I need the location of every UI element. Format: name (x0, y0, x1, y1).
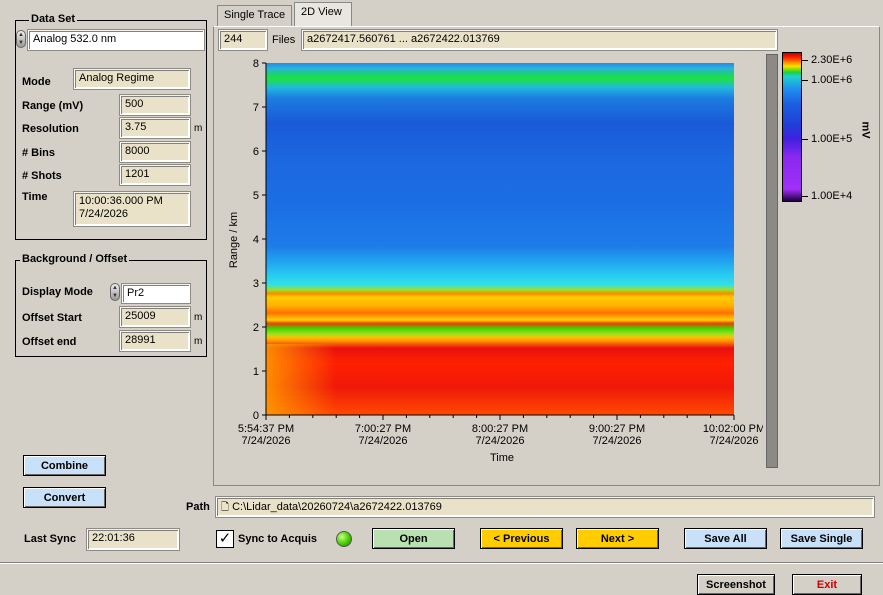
open-button[interactable]: Open (372, 528, 455, 549)
colorbar-tick-0: 2.30E+6 (811, 54, 853, 66)
previous-button[interactable]: < Previous (480, 528, 563, 549)
x-tick-time-label: 7:00:27 PM (355, 423, 411, 435)
colorbar-dash-1 (802, 80, 808, 81)
last-sync-field: 22:01:36 (86, 528, 180, 551)
x-axis-label: Time (490, 452, 515, 464)
heatmap-left-edge (266, 344, 336, 415)
offset-start-unit: m (194, 312, 203, 323)
y-tick-label: 3 (253, 278, 259, 290)
time-label: Time (22, 191, 48, 203)
bottom-divider (0, 562, 883, 563)
colorbar-tick-3: 1.00E+4 (811, 190, 853, 202)
range-field: 500 (119, 94, 191, 116)
tab-single-trace[interactable]: Single Trace (217, 5, 293, 26)
dataset-spinner[interactable]: ▲ ▼ (16, 30, 26, 48)
offset-end-label: Offset end (22, 336, 77, 348)
range-label: Range (mV) (22, 100, 84, 112)
x-tick-date-label: 7/24/2026 (242, 435, 291, 447)
time-line1: 10:00:36.000 PM (79, 195, 163, 207)
bins-field: 8000 (119, 141, 191, 163)
heatmap-chart: 0123456785:54:37 PM7/24/20267:00:27 PM7/… (238, 58, 763, 447)
x-tick-time-label: 9:00:27 PM (589, 423, 645, 435)
y-tick-label: 6 (253, 146, 259, 158)
x-tick-date-label: 7/24/2026 (593, 435, 642, 447)
colorbar (782, 52, 802, 202)
y-tick-label: 8 (253, 58, 259, 70)
files-range: a2672417.560761 ... a2672422.013769 (301, 29, 778, 51)
x-tick-date-label: 7/24/2026 (359, 435, 408, 447)
colorbar-dash-0 (802, 60, 808, 61)
x-tick-time-label: 8:00:27 PM (472, 423, 528, 435)
y-tick-label: 7 (253, 102, 259, 114)
resolution-label: Resolution (22, 123, 79, 135)
x-tick-time-label: 10:02:00 PM (703, 423, 763, 435)
files-count: 244 (218, 29, 268, 51)
colorbar-dash-2 (802, 139, 808, 140)
colorbar-unit-label: mV (859, 121, 872, 139)
convert-button[interactable]: Convert (23, 487, 106, 508)
background-title: Background / Offset (20, 253, 130, 265)
dataset-selector[interactable]: Analog 532.0 nm (27, 29, 205, 51)
heatmap-image (266, 63, 734, 415)
tab-2d-view[interactable]: 2D View (294, 2, 352, 27)
y-tick-label: 4 (253, 234, 259, 246)
save-all-button[interactable]: Save All (684, 528, 767, 549)
shots-label: # Shots (22, 170, 62, 182)
vertical-scrollbar[interactable] (766, 54, 778, 468)
x-tick-time-label: 5:54:37 PM (238, 423, 294, 435)
mode-field: Analog Regime (73, 68, 191, 90)
path-value: C:\Lidar_data\20260724\a2672422.013769 (232, 501, 442, 513)
files-label: Files (272, 34, 296, 46)
screenshot-button[interactable]: Screenshot (697, 574, 775, 595)
last-sync-label: Last Sync (24, 533, 76, 545)
bins-label: # Bins (22, 147, 56, 159)
offset-end-unit: m (194, 336, 203, 347)
save-single-button[interactable]: Save Single (780, 528, 863, 549)
resolution-unit: m (194, 123, 203, 134)
dataset-title: Data Set (29, 13, 78, 25)
colorbar-tick-1: 1.00E+6 (811, 74, 853, 86)
next-button[interactable]: Next > (576, 528, 659, 549)
y-tick-label: 5 (253, 190, 259, 202)
y-tick-label: 1 (253, 366, 259, 378)
time-field: 10:00:36.000 PM 7/24/2026 (73, 191, 191, 227)
display-mode-spinner[interactable]: ▲ ▼ (110, 283, 120, 301)
sync-label: Sync to Acquis (238, 533, 318, 545)
exit-button[interactable]: Exit (792, 574, 862, 595)
resolution-field: 3.75 (119, 117, 191, 139)
mode-label: Mode (22, 76, 51, 88)
colorbar-dash-3 (802, 196, 808, 197)
x-tick-date-label: 7/24/2026 (476, 435, 525, 447)
chart-area: 0 1 2 3 4 5 6 7 8 5:54:37 PM 7/24/2026 7:00:27 PM 7/… (218, 54, 763, 465)
shots-field: 1201 (119, 164, 191, 186)
combine-button[interactable]: Combine (23, 455, 106, 476)
offset-end-field: 28991 (119, 330, 191, 352)
sync-indicator-led (336, 531, 352, 547)
display-mode-label: Display Mode (22, 286, 93, 298)
path-browse-icon[interactable]: 🗋 (221, 502, 229, 513)
display-mode-field[interactable]: Pr2 (121, 283, 191, 304)
time-line2: 7/24/2026 (79, 208, 128, 220)
path-field[interactable]: 🗋 C:\Lidar_data\20260724\a2672422.013769 (215, 496, 875, 518)
offset-start-field: 25009 (119, 306, 191, 328)
y-tick-label: 0 (253, 410, 259, 422)
path-label: Path (186, 501, 210, 513)
x-tick-date-label: 7/24/2026 (710, 435, 759, 447)
colorbar-tick-2: 1.00E+5 (811, 133, 853, 145)
y-axis-label: Range / km (228, 211, 240, 269)
sync-checkbox[interactable]: ✓ (216, 530, 234, 548)
offset-start-label: Offset Start (22, 312, 82, 324)
y-tick-label: 2 (253, 322, 259, 334)
